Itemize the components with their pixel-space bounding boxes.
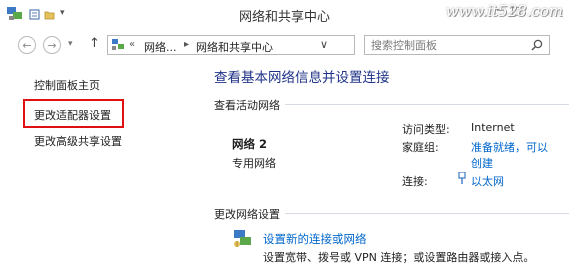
ethernet-link[interactable]: 以太网 [471,173,504,189]
network-name: 网络 2 [232,137,268,151]
sidebar-item-control-panel-home[interactable]: 控制面板主页 [34,77,100,93]
address-bar[interactable]: « 网络... ▸ 网络和共享中心 ∨ ↻ [107,35,456,55]
page-title: 查看基本网络信息并设置连接 [214,70,390,86]
watermark: www.it528.com [445,2,563,20]
title-bar: ▾ 网络和共享中心 ─ □ www.it528.com [0,0,569,32]
breadcrumb-current[interactable]: 网络和共享中心 [196,39,273,55]
address-dropdown-icon[interactable]: ∨ [320,38,328,51]
change-settings-header: 更改网络设置 [214,208,280,221]
highlight-box [23,99,124,128]
ethernet-icon [458,172,466,184]
setup-connection-link[interactable]: 设置新的连接或网络 [263,231,367,247]
back-button[interactable]: ← [18,36,36,54]
setup-description: 设置宽带、拨号或 VPN 连接；或设置路由器或接入点。 [263,251,535,264]
navigation-bar: ← → ▾ ↑ « 网络... ▸ 网络和共享中心 ∨ ↻ [0,31,569,59]
search-icon[interactable] [531,39,543,51]
network-setup-icon [234,230,251,247]
access-type-value: Internet [471,121,515,134]
active-networks-header: 查看活动网络 [214,99,280,112]
breadcrumb-network[interactable]: 网络... [144,39,177,55]
breadcrumb-overflow[interactable]: « [129,39,135,50]
network-type: 专用网络 [232,157,276,170]
divider [285,104,569,105]
search-input[interactable] [371,39,521,52]
search-box[interactable] [364,35,550,55]
forward-button[interactable]: → [43,36,61,54]
divider [285,213,569,214]
recent-locations-chevron-icon[interactable]: ▾ [68,39,73,49]
homegroup-link-line1[interactable]: 准备就绪，可以 [471,139,548,155]
homegroup-link-line2[interactable]: 创建 [471,155,493,171]
up-button[interactable]: ↑ [89,36,100,51]
breadcrumb-separator-icon[interactable]: ▸ [184,39,189,50]
access-type-label: 访问类型: [402,123,450,136]
control-panel-icon [112,39,124,50]
connections-label: 连接: [402,175,428,188]
homegroup-label: 家庭组: [402,141,439,154]
sidebar-item-change-advanced-sharing[interactable]: 更改高级共享设置 [34,133,122,149]
